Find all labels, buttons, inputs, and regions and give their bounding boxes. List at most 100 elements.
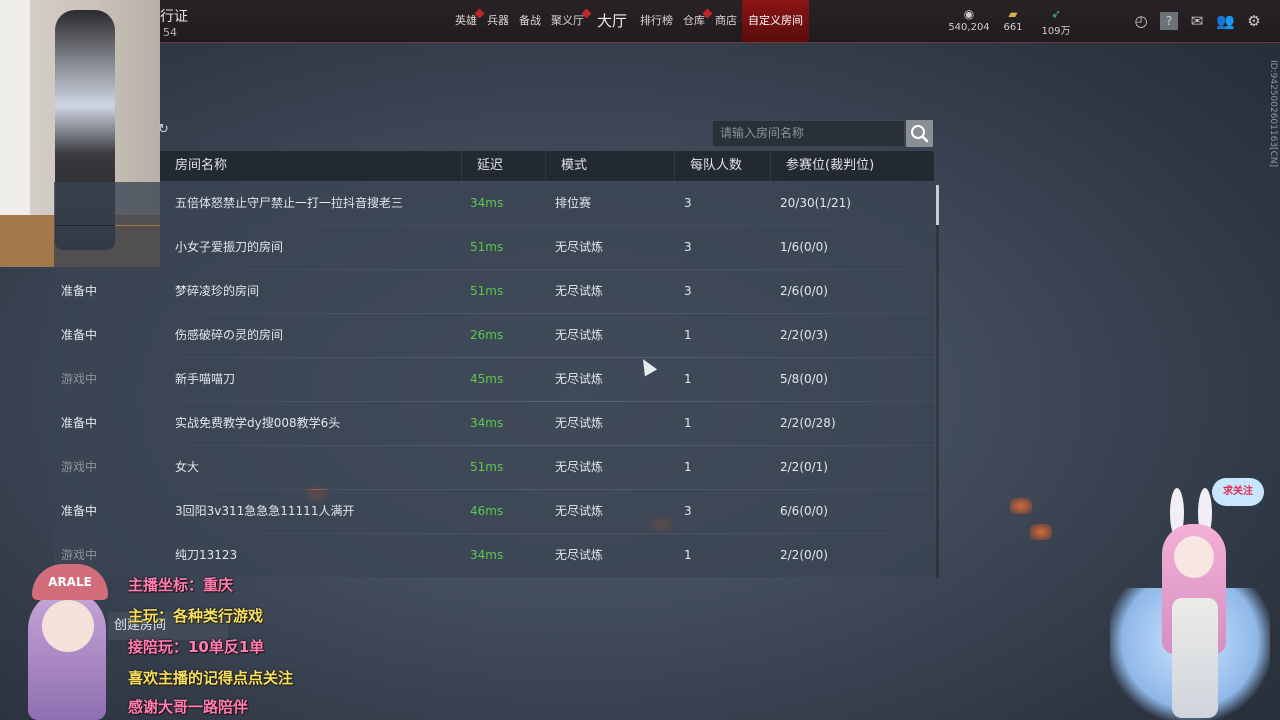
nav-lobby[interactable]: 大厅 [589, 0, 635, 42]
table-row[interactable]: 准备中 实战免费教学dy搜008教学6头 34ms 无尽试炼 1 2/2(0/2… [54, 402, 935, 445]
nav-prepare[interactable]: 备战 [514, 0, 546, 42]
header-mode[interactable]: 模式 [546, 151, 675, 181]
room-per-team: 1 [684, 460, 692, 474]
scrollbar-thumb[interactable] [936, 185, 939, 225]
refresh-icon[interactable]: ↻ [158, 122, 169, 137]
room-per-team: 3 [684, 284, 692, 298]
main-nav: 英雄 兵器 备战 聚义厅 大厅 排行榜 仓库 商店 自定义房间 [450, 0, 810, 42]
overlay-line-accompany: 接陪玩：10单反1单 [128, 638, 265, 656]
top-bar: 行证 54 英雄 兵器 备战 聚义厅 大厅 排行榜 仓库 商店 自定义房间 ◉ … [0, 0, 1280, 43]
resource-feather[interactable]: ➶ 109万 [1031, 8, 1081, 37]
room-list: 五倍体怒禁止守尸禁止一打一拉抖音搜老三 34ms 排位赛 3 20/30(1/2… [54, 182, 935, 578]
table-row[interactable]: 准备中 梦碎凌珍的房间 51ms 无尽试炼 3 2/6(0/0) [54, 270, 935, 313]
room-status: 准备中 [61, 284, 98, 298]
room-slots: 2/2(0/28) [780, 416, 836, 430]
room-mode: 无尽试炼 [555, 328, 604, 342]
table-row[interactable]: 游戏中 新手喵喵刀 45ms 无尽试炼 1 5/8(0/0) [54, 358, 935, 401]
streamer-avatar-left: ARALE [10, 560, 120, 720]
room-name: 女大 [175, 460, 200, 474]
room-name: 实战免费教学dy搜008教学6头 [175, 416, 341, 430]
resource-coins[interactable]: ◉ 540,204 [944, 8, 994, 33]
room-slots: 2/2(0/3) [780, 328, 828, 342]
room-slots: 2/6(0/0) [780, 284, 828, 298]
room-search-input[interactable]: 请输入房间名称 [712, 120, 905, 147]
table-row[interactable]: 五倍体怒禁止守尸禁止一打一拉抖音搜老三 34ms 排位赛 3 20/30(1/2… [54, 182, 935, 225]
follow-bubble: 求关注 [1212, 478, 1264, 506]
nav-warehouse[interactable]: 仓库 [678, 0, 713, 42]
coin-stack-icon: ◉ [963, 7, 975, 21]
streamer-avatar-right [1110, 488, 1270, 720]
room-mode: 排位赛 [555, 196, 592, 210]
room-mode: 无尽试炼 [555, 372, 604, 386]
room-per-team: 1 [684, 372, 692, 386]
table-row[interactable]: 准备中 3回阳3v311急急急11111人满开 46ms 无尽试炼 3 6/6(… [54, 490, 935, 533]
room-mode: 无尽试炼 [555, 284, 604, 298]
room-name: 五倍体怒禁止守尸禁止一打一拉抖音搜老三 [175, 196, 404, 210]
lantern-decoration [1010, 498, 1032, 514]
room-slots: 2/2(0/1) [780, 460, 828, 474]
search-button[interactable] [906, 120, 933, 147]
pass-title[interactable]: 行证 [160, 6, 188, 26]
room-table-header: 房间名称 延迟 模式 每队人数 参赛位(裁判位) [160, 151, 934, 181]
room-per-team: 1 [684, 416, 692, 430]
room-slots: 1/6(0/0) [780, 240, 828, 254]
room-per-team: 3 [684, 504, 692, 518]
room-name: 新手喵喵刀 [175, 372, 236, 386]
room-name: 小女子爱振刀的房间 [175, 240, 284, 254]
room-per-team: 3 [684, 240, 692, 254]
overlay-line-thanks: 感谢大哥一路陪伴 [128, 698, 249, 716]
cap-text: ARALE [32, 564, 108, 600]
nav-heroes[interactable]: 英雄 [450, 0, 485, 42]
nav-guild-hall[interactable]: 聚义厅 [546, 0, 592, 42]
feather-icon: ➶ [1050, 7, 1062, 21]
lantern-decoration [1030, 524, 1052, 540]
room-latency: 51ms [470, 460, 504, 474]
search-icon [911, 125, 929, 143]
overlay-line-location: 主播坐标：重庆 [128, 576, 234, 594]
player-id: ID:9425002601163[CN] [1268, 60, 1278, 168]
table-row[interactable]: 准备中 伤感破碎の灵的房间 26ms 无尽试炼 1 2/2(0/3) [54, 314, 935, 357]
header-latency[interactable]: 延迟 [462, 151, 546, 181]
overlay-line-follow: 喜欢主播的记得点点关注 [128, 669, 294, 687]
mail-icon[interactable]: ✉ [1188, 12, 1206, 30]
room-per-team: 3 [684, 196, 692, 210]
overlay-line-games: 主玩：各种类行游戏 [128, 607, 264, 625]
table-row[interactable]: 小女子爱振刀的房间 51ms 无尽试炼 3 1/6(0/0) [54, 226, 935, 269]
room-latency: 46ms [470, 504, 504, 518]
nav-leaderboard[interactable]: 排行榜 [635, 0, 678, 42]
room-name: 伤感破碎の灵的房间 [175, 328, 284, 342]
room-slots: 5/8(0/0) [780, 372, 828, 386]
room-slots: 20/30(1/21) [780, 196, 851, 210]
pass-level: 54 [163, 26, 177, 39]
room-mode: 无尽试炼 [555, 460, 604, 474]
table-row[interactable]: 游戏中 纯刀13123 34ms 无尽试炼 1 2/2(0/0) [54, 534, 935, 577]
room-latency: 51ms [470, 240, 504, 254]
settings-icon[interactable]: ⚙ [1245, 12, 1263, 30]
room-status: 游戏中 [61, 372, 98, 386]
room-latency: 26ms [470, 328, 504, 342]
gold-bar-icon: ▰ [1008, 7, 1018, 21]
room-name: 纯刀13123 [175, 548, 238, 562]
room-mode: 无尽试炼 [555, 416, 604, 430]
room-per-team: 1 [684, 328, 692, 342]
help-icon[interactable]: ? [1160, 12, 1178, 30]
room-status: 准备中 [61, 328, 98, 342]
header-slots[interactable]: 参赛位(裁判位) [771, 151, 934, 181]
timer-icon[interactable]: ◴ [1132, 12, 1150, 30]
header-room-name[interactable]: 房间名称 [160, 151, 462, 181]
nav-weapons[interactable]: 兵器 [482, 0, 514, 42]
scrollbar-track[interactable] [936, 185, 939, 578]
room-latency: 34ms [470, 196, 504, 210]
room-mode: 无尽试炼 [555, 548, 604, 562]
room-latency: 45ms [470, 372, 504, 386]
room-slots: 2/2(0/0) [780, 548, 828, 562]
header-per-team[interactable]: 每队人数 [675, 151, 771, 181]
friends-icon[interactable]: 👥 [1216, 12, 1235, 30]
nav-shop[interactable]: 商店 [710, 0, 742, 42]
room-name: 3回阳3v311急急急11111人满开 [175, 504, 355, 518]
room-mode: 无尽试炼 [555, 504, 604, 518]
table-row[interactable]: 游戏中 女大 51ms 无尽试炼 1 2/2(0/1) [54, 446, 935, 489]
nav-custom-room[interactable]: 自定义房间 [742, 0, 810, 42]
room-mode: 无尽试炼 [555, 240, 604, 254]
room-name: 梦碎凌珍的房间 [175, 284, 260, 298]
